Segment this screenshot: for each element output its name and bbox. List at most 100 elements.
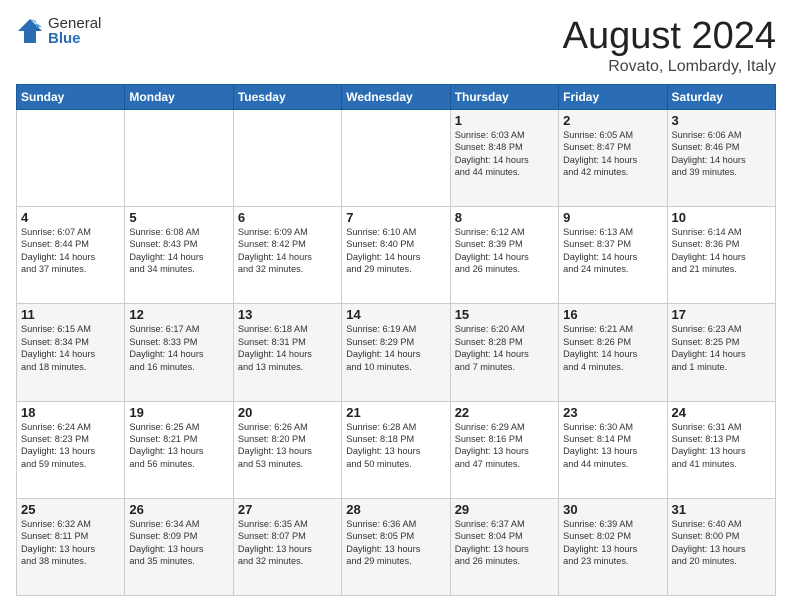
day-number: 26 [129,502,228,517]
table-row: 27Sunrise: 6:35 AM Sunset: 8:07 PM Dayli… [233,498,341,595]
day-number: 24 [672,405,771,420]
day-info: Sunrise: 6:29 AM Sunset: 8:16 PM Dayligh… [455,421,554,471]
day-info: Sunrise: 6:35 AM Sunset: 8:07 PM Dayligh… [238,518,337,568]
col-saturday: Saturday [667,84,775,109]
day-info: Sunrise: 6:40 AM Sunset: 8:00 PM Dayligh… [672,518,771,568]
day-number: 28 [346,502,445,517]
table-row: 31Sunrise: 6:40 AM Sunset: 8:00 PM Dayli… [667,498,775,595]
day-info: Sunrise: 6:21 AM Sunset: 8:26 PM Dayligh… [563,323,662,373]
day-info: Sunrise: 6:10 AM Sunset: 8:40 PM Dayligh… [346,226,445,276]
table-row: 23Sunrise: 6:30 AM Sunset: 8:14 PM Dayli… [559,401,667,498]
calendar-week-row: 11Sunrise: 6:15 AM Sunset: 8:34 PM Dayli… [17,304,776,401]
table-row: 22Sunrise: 6:29 AM Sunset: 8:16 PM Dayli… [450,401,558,498]
calendar-week-row: 25Sunrise: 6:32 AM Sunset: 8:11 PM Dayli… [17,498,776,595]
day-number: 4 [21,210,120,225]
table-row [342,109,450,206]
day-number: 21 [346,405,445,420]
table-row: 19Sunrise: 6:25 AM Sunset: 8:21 PM Dayli… [125,401,233,498]
table-row: 6Sunrise: 6:09 AM Sunset: 8:42 PM Daylig… [233,207,341,304]
table-row: 28Sunrise: 6:36 AM Sunset: 8:05 PM Dayli… [342,498,450,595]
day-info: Sunrise: 6:28 AM Sunset: 8:18 PM Dayligh… [346,421,445,471]
table-row [17,109,125,206]
table-row: 24Sunrise: 6:31 AM Sunset: 8:13 PM Dayli… [667,401,775,498]
day-number: 14 [346,307,445,322]
logo-text: General Blue [48,16,101,46]
table-row: 14Sunrise: 6:19 AM Sunset: 8:29 PM Dayli… [342,304,450,401]
table-row: 17Sunrise: 6:23 AM Sunset: 8:25 PM Dayli… [667,304,775,401]
day-info: Sunrise: 6:36 AM Sunset: 8:05 PM Dayligh… [346,518,445,568]
day-info: Sunrise: 6:17 AM Sunset: 8:33 PM Dayligh… [129,323,228,373]
day-info: Sunrise: 6:34 AM Sunset: 8:09 PM Dayligh… [129,518,228,568]
table-row: 7Sunrise: 6:10 AM Sunset: 8:40 PM Daylig… [342,207,450,304]
calendar-week-row: 1Sunrise: 6:03 AM Sunset: 8:48 PM Daylig… [17,109,776,206]
day-number: 16 [563,307,662,322]
col-friday: Friday [559,84,667,109]
day-number: 9 [563,210,662,225]
day-info: Sunrise: 6:08 AM Sunset: 8:43 PM Dayligh… [129,226,228,276]
day-info: Sunrise: 6:15 AM Sunset: 8:34 PM Dayligh… [21,323,120,373]
location: Rovato, Lombardy, Italy [563,58,776,76]
day-info: Sunrise: 6:20 AM Sunset: 8:28 PM Dayligh… [455,323,554,373]
day-info: Sunrise: 6:07 AM Sunset: 8:44 PM Dayligh… [21,226,120,276]
col-sunday: Sunday [17,84,125,109]
page: General Blue August 2024 Rovato, Lombard… [0,0,792,612]
calendar-table: Sunday Monday Tuesday Wednesday Thursday… [16,84,776,596]
table-row: 4Sunrise: 6:07 AM Sunset: 8:44 PM Daylig… [17,207,125,304]
day-info: Sunrise: 6:25 AM Sunset: 8:21 PM Dayligh… [129,421,228,471]
table-row: 12Sunrise: 6:17 AM Sunset: 8:33 PM Dayli… [125,304,233,401]
day-number: 6 [238,210,337,225]
table-row: 10Sunrise: 6:14 AM Sunset: 8:36 PM Dayli… [667,207,775,304]
day-info: Sunrise: 6:32 AM Sunset: 8:11 PM Dayligh… [21,518,120,568]
day-info: Sunrise: 6:06 AM Sunset: 8:46 PM Dayligh… [672,129,771,179]
day-number: 11 [21,307,120,322]
header: General Blue August 2024 Rovato, Lombard… [16,16,776,76]
table-row: 9Sunrise: 6:13 AM Sunset: 8:37 PM Daylig… [559,207,667,304]
table-row: 5Sunrise: 6:08 AM Sunset: 8:43 PM Daylig… [125,207,233,304]
day-number: 8 [455,210,554,225]
day-number: 20 [238,405,337,420]
table-row: 16Sunrise: 6:21 AM Sunset: 8:26 PM Dayli… [559,304,667,401]
logo-general-label: General [48,16,101,31]
day-number: 7 [346,210,445,225]
day-number: 18 [21,405,120,420]
col-wednesday: Wednesday [342,84,450,109]
table-row: 25Sunrise: 6:32 AM Sunset: 8:11 PM Dayli… [17,498,125,595]
table-row: 11Sunrise: 6:15 AM Sunset: 8:34 PM Dayli… [17,304,125,401]
table-row: 2Sunrise: 6:05 AM Sunset: 8:47 PM Daylig… [559,109,667,206]
day-number: 30 [563,502,662,517]
table-row: 8Sunrise: 6:12 AM Sunset: 8:39 PM Daylig… [450,207,558,304]
calendar-week-row: 4Sunrise: 6:07 AM Sunset: 8:44 PM Daylig… [17,207,776,304]
day-info: Sunrise: 6:37 AM Sunset: 8:04 PM Dayligh… [455,518,554,568]
table-row [233,109,341,206]
day-number: 25 [21,502,120,517]
day-number: 27 [238,502,337,517]
day-info: Sunrise: 6:31 AM Sunset: 8:13 PM Dayligh… [672,421,771,471]
month-title: August 2024 [563,16,776,58]
logo-icon [16,17,44,45]
day-number: 17 [672,307,771,322]
calendar-week-row: 18Sunrise: 6:24 AM Sunset: 8:23 PM Dayli… [17,401,776,498]
col-tuesday: Tuesday [233,84,341,109]
day-info: Sunrise: 6:23 AM Sunset: 8:25 PM Dayligh… [672,323,771,373]
day-number: 5 [129,210,228,225]
day-info: Sunrise: 6:13 AM Sunset: 8:37 PM Dayligh… [563,226,662,276]
day-number: 3 [672,113,771,128]
logo: General Blue [16,16,101,46]
table-row: 26Sunrise: 6:34 AM Sunset: 8:09 PM Dayli… [125,498,233,595]
table-row [125,109,233,206]
day-number: 15 [455,307,554,322]
day-number: 1 [455,113,554,128]
table-row: 1Sunrise: 6:03 AM Sunset: 8:48 PM Daylig… [450,109,558,206]
day-info: Sunrise: 6:05 AM Sunset: 8:47 PM Dayligh… [563,129,662,179]
day-info: Sunrise: 6:09 AM Sunset: 8:42 PM Dayligh… [238,226,337,276]
day-info: Sunrise: 6:30 AM Sunset: 8:14 PM Dayligh… [563,421,662,471]
day-number: 29 [455,502,554,517]
day-number: 22 [455,405,554,420]
day-info: Sunrise: 6:14 AM Sunset: 8:36 PM Dayligh… [672,226,771,276]
day-number: 31 [672,502,771,517]
calendar-header-row: Sunday Monday Tuesday Wednesday Thursday… [17,84,776,109]
table-row: 15Sunrise: 6:20 AM Sunset: 8:28 PM Dayli… [450,304,558,401]
col-monday: Monday [125,84,233,109]
day-number: 12 [129,307,228,322]
col-thursday: Thursday [450,84,558,109]
